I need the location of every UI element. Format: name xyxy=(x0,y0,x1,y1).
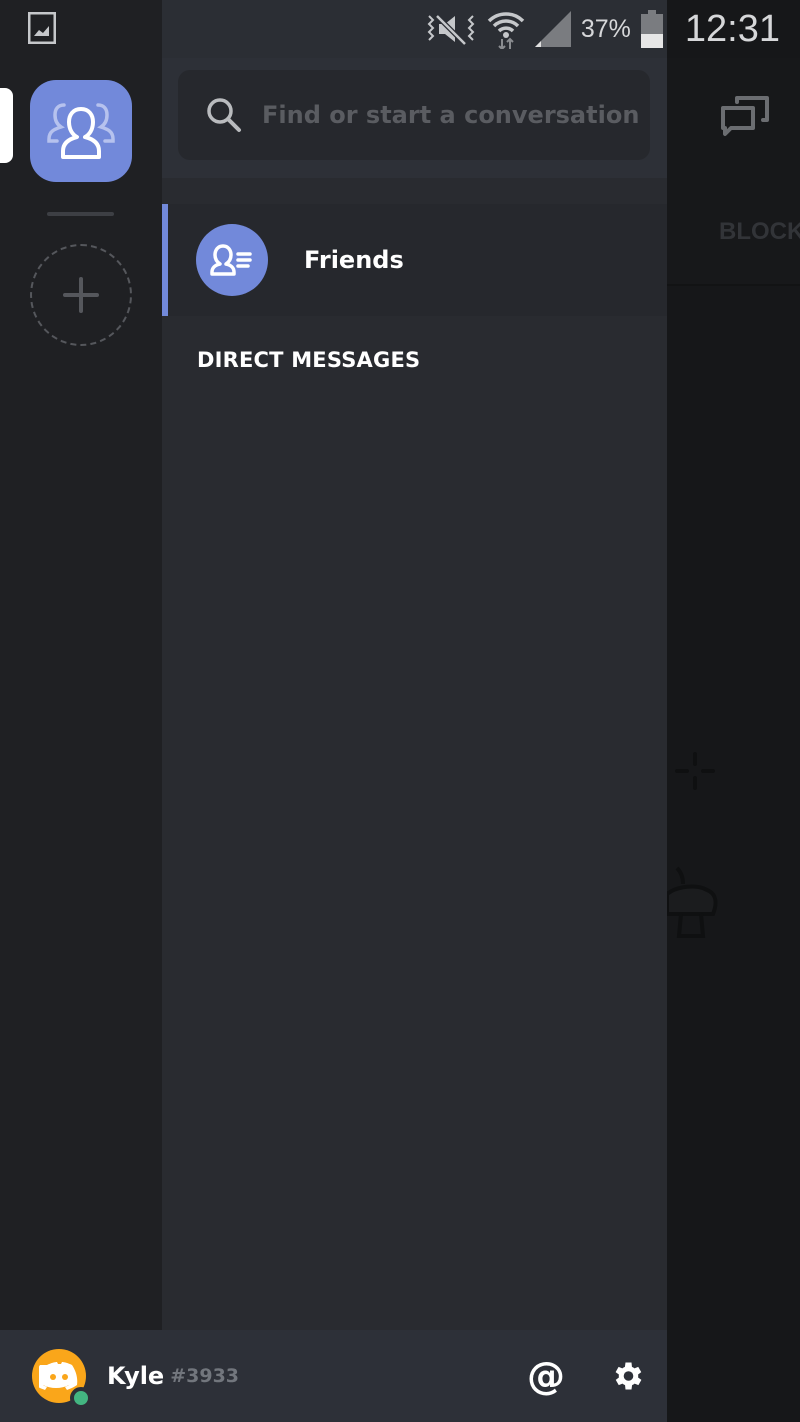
gear-icon[interactable] xyxy=(609,1358,645,1394)
friends-content-pane: BLOCKED xyxy=(667,58,800,1422)
selected-indicator xyxy=(162,204,168,316)
guild-rail xyxy=(0,58,162,1330)
avatar[interactable] xyxy=(32,1349,92,1409)
guild-separator xyxy=(47,212,114,216)
friends-item[interactable]: Friends xyxy=(162,204,667,316)
dm-channel-panel: Friends DIRECT MESSAGES xyxy=(162,58,667,1330)
signal-icon xyxy=(534,11,571,47)
selected-indicator xyxy=(0,88,13,163)
clock: 12:31 xyxy=(684,7,780,50)
search-box[interactable] xyxy=(178,70,650,160)
new-group-dm-icon[interactable] xyxy=(719,94,771,138)
discord-logo-icon xyxy=(39,1362,78,1390)
battery-icon xyxy=(640,10,663,48)
gallery-icon xyxy=(28,12,56,44)
mentions-button[interactable]: @ xyxy=(527,1357,565,1395)
discord-mobile-screen: 37% 12:31 Find or start a conversation F… xyxy=(0,0,800,1422)
empty-state-illustration xyxy=(667,866,718,938)
battery-percent: 37% xyxy=(580,14,631,43)
search-icon xyxy=(207,98,241,132)
friends-header: BLOCKED xyxy=(667,58,800,286)
direct-messages-header: DIRECT MESSAGES xyxy=(197,348,421,372)
username: Kyle xyxy=(107,1362,165,1390)
add-server-button[interactable] xyxy=(30,244,132,346)
direct-messages-button[interactable] xyxy=(30,80,132,182)
friends-group-icon xyxy=(47,103,115,159)
wifi-icon xyxy=(487,12,525,49)
status-bar: 37% 12:31 xyxy=(0,0,800,58)
user-panel: Kyle #3933 @ xyxy=(0,1330,667,1422)
search-input[interactable] xyxy=(262,101,642,129)
sparkle-icon xyxy=(675,752,715,790)
friends-label: Friends xyxy=(304,246,404,274)
vibrate-mute-icon xyxy=(427,14,475,46)
user-discriminator: #3933 xyxy=(170,1365,240,1387)
plus-icon xyxy=(63,277,99,313)
search-container xyxy=(162,58,667,178)
tab-blocked[interactable]: BLOCKED xyxy=(719,218,800,246)
friends-icon xyxy=(210,244,252,276)
online-status-indicator xyxy=(70,1387,92,1409)
